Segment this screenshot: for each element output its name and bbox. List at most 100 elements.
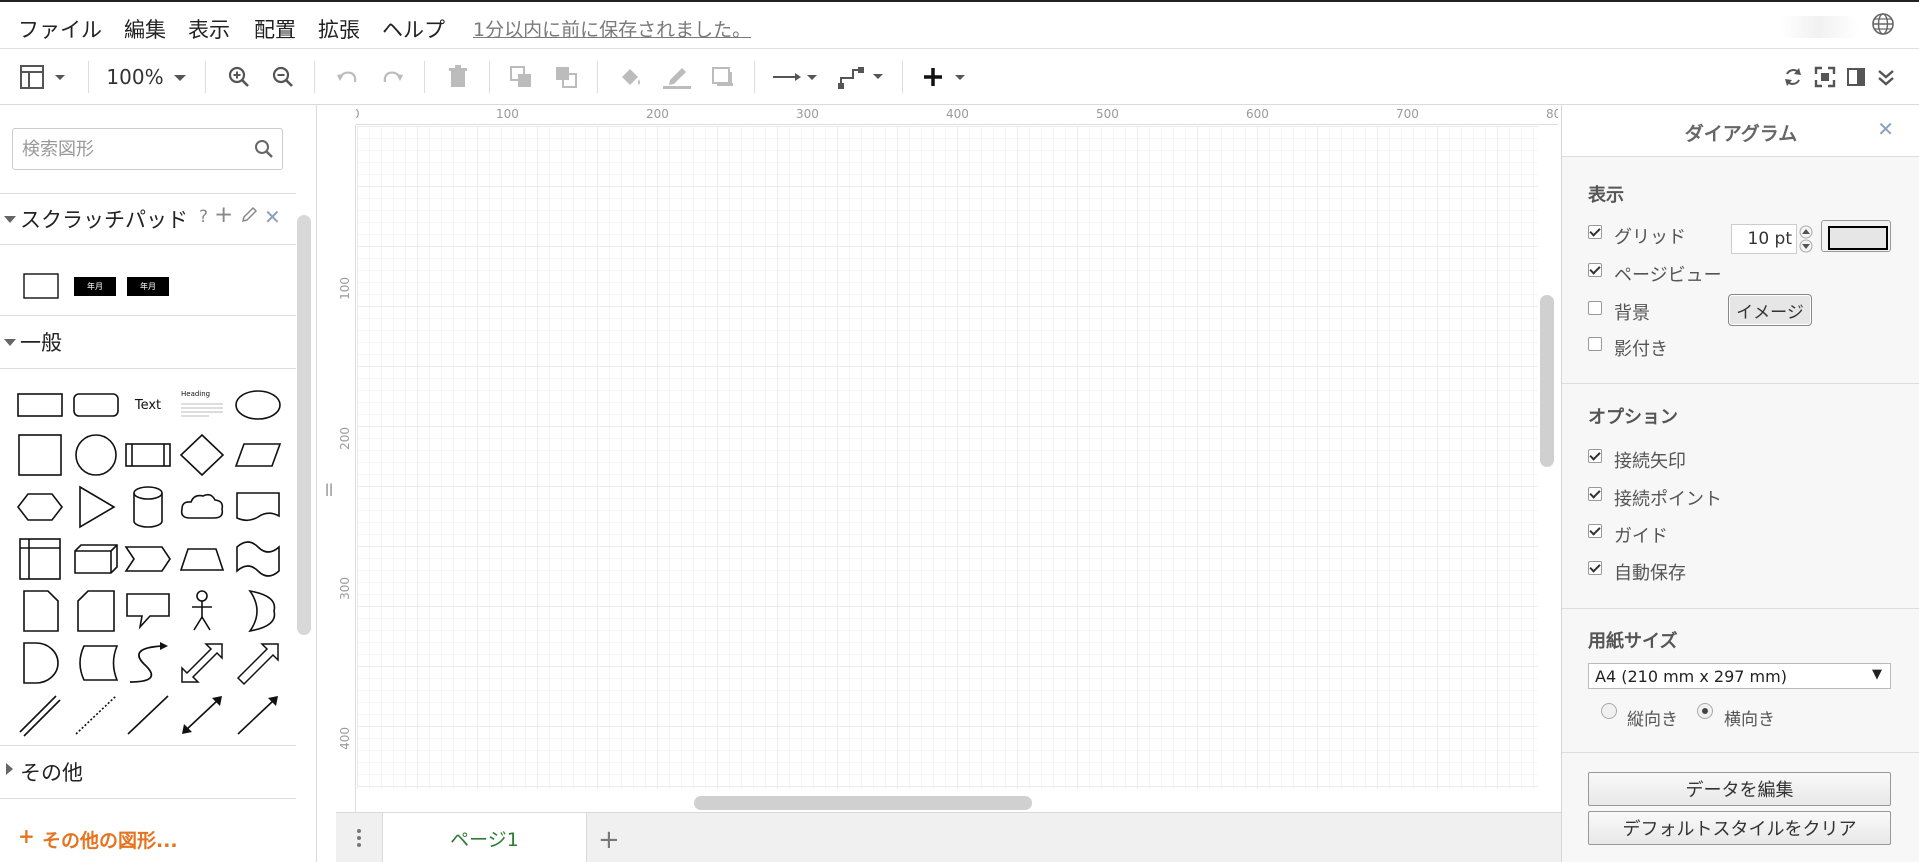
portrait-radio[interactable] (1601, 703, 1617, 719)
to-front-button[interactable] (506, 63, 536, 91)
bidirectional-connector-shape[interactable] (176, 691, 228, 739)
refresh-button[interactable] (1780, 63, 1806, 91)
menu-view[interactable]: 表示 (188, 14, 230, 44)
parallelogram-shape[interactable] (232, 431, 284, 479)
scratchpad-item[interactable]: 年月 (123, 262, 173, 310)
scratchpad-item[interactable]: 年月 (70, 262, 120, 310)
landscape-radio[interactable] (1697, 703, 1713, 719)
edit-data-button[interactable]: データを編集 (1588, 772, 1891, 806)
trapezoid-shape[interactable] (176, 535, 228, 583)
canvas-horizontal-scrollbar[interactable] (694, 796, 1032, 810)
menu-help[interactable]: ヘルプ (382, 14, 445, 44)
background-checkbox[interactable] (1588, 301, 1602, 315)
redo-button[interactable] (378, 63, 408, 91)
directional-connector-shape[interactable] (232, 691, 284, 739)
text-shape[interactable]: Text (122, 381, 174, 429)
ellipse-shape[interactable] (232, 381, 284, 429)
guides-checkbox[interactable] (1588, 524, 1602, 538)
clear-default-style-button[interactable]: デフォルトスタイルをクリア (1588, 811, 1891, 845)
insert-dropdown[interactable] (920, 63, 972, 91)
page-menu-icon[interactable] (356, 827, 362, 853)
format-panel-toggle-button[interactable] (18, 63, 70, 91)
double-line-shape[interactable] (14, 691, 66, 739)
undo-button[interactable] (332, 63, 362, 91)
sidebar-scrollbar[interactable] (297, 215, 311, 635)
delete-button[interactable] (443, 63, 473, 91)
connection-style-dropdown[interactable] (770, 63, 822, 91)
shadow-checkbox[interactable] (1588, 337, 1602, 351)
data-storage-shape[interactable] (70, 639, 122, 687)
format-panel-button[interactable] (1843, 63, 1869, 91)
triangle-shape[interactable] (70, 483, 122, 531)
card-shape[interactable] (70, 587, 122, 635)
canvas-grid[interactable] (357, 126, 1538, 789)
sidebar-resize-handle[interactable]: || (325, 482, 333, 496)
or-shape[interactable] (232, 587, 284, 635)
connection-arrows-checkbox[interactable] (1588, 449, 1602, 463)
shape-search-input[interactable] (22, 137, 242, 161)
arrow-shape[interactable] (232, 639, 284, 687)
collapse-toolbar-button[interactable] (1873, 63, 1899, 91)
cube-shape[interactable] (70, 535, 122, 583)
page-tab[interactable]: ページ1 (382, 813, 587, 862)
shadow-button[interactable] (708, 63, 738, 91)
background-image-button[interactable]: イメージ (1728, 294, 1812, 326)
menu-extras[interactable]: 拡張 (318, 14, 360, 44)
edit-icon[interactable] (240, 206, 258, 228)
zoom-out-button[interactable] (268, 63, 298, 91)
bidirectional-arrow-shape[interactable] (176, 639, 228, 687)
grid-size-stepper[interactable] (1798, 223, 1814, 255)
other-section-title[interactable]: その他 (20, 757, 83, 787)
globe-icon[interactable] (1871, 12, 1895, 36)
save-status-link[interactable]: 1分以内に前に保存されました。 (473, 15, 751, 42)
help-icon[interactable]: ? (199, 207, 208, 227)
plus-icon[interactable]: + (18, 824, 35, 848)
diamond-shape[interactable] (176, 431, 228, 479)
line-color-button[interactable] (661, 63, 693, 91)
fill-color-button[interactable] (616, 63, 646, 91)
pageview-checkbox[interactable] (1588, 263, 1602, 277)
close-icon[interactable]: ✕ (264, 205, 281, 229)
grid-size-input[interactable]: 10 pt (1731, 224, 1797, 254)
square-shape[interactable] (14, 431, 66, 479)
add-page-icon[interactable]: + (598, 825, 620, 855)
more-shapes-link[interactable]: その他の図形... (42, 826, 178, 853)
cylinder-shape[interactable] (122, 483, 174, 531)
waypoints-dropdown[interactable] (836, 63, 888, 91)
curve-shape[interactable] (122, 639, 174, 687)
grid-color-button[interactable] (1821, 220, 1891, 252)
paper-size-select[interactable]: A4 (210 mm x 297 mm) ▼ (1588, 663, 1891, 689)
actor-shape[interactable] (176, 587, 228, 635)
autosave-checkbox[interactable] (1588, 561, 1602, 575)
internal-storage-shape[interactable] (14, 535, 66, 583)
scratchpad-item[interactable] (16, 262, 68, 310)
process-shape[interactable] (122, 431, 174, 479)
zoom-dropdown[interactable]: 100% (106, 63, 190, 91)
tape-shape[interactable] (232, 535, 284, 583)
hexagon-shape[interactable] (14, 483, 66, 531)
general-section-title[interactable]: 一般 (20, 327, 62, 357)
canvas-vertical-scrollbar[interactable] (1540, 295, 1554, 467)
note-shape[interactable] (14, 587, 66, 635)
step-shape[interactable] (122, 535, 174, 583)
close-icon[interactable]: ✕ (1877, 117, 1894, 141)
rounded-rectangle-shape[interactable] (70, 381, 122, 429)
menu-arrange[interactable]: 配置 (254, 14, 296, 44)
dashed-line-shape[interactable] (70, 691, 122, 739)
connection-points-checkbox[interactable] (1588, 487, 1602, 501)
fullscreen-button[interactable] (1812, 63, 1838, 91)
add-icon[interactable]: + (214, 202, 233, 228)
delay-shape[interactable] (14, 639, 66, 687)
grid-checkbox[interactable] (1588, 225, 1602, 239)
menu-file[interactable]: ファイル (18, 14, 102, 44)
scratchpad-title[interactable]: スクラッチパッド (20, 204, 188, 234)
callout-shape[interactable] (122, 587, 174, 635)
rectangle-shape[interactable] (14, 381, 66, 429)
zoom-in-button[interactable] (224, 63, 254, 91)
menu-edit[interactable]: 編集 (124, 14, 166, 44)
line-shape[interactable] (122, 691, 174, 739)
search-icon[interactable] (254, 139, 274, 163)
textbox-shape[interactable]: Heading (176, 381, 228, 429)
to-back-button[interactable] (551, 63, 581, 91)
circle-shape[interactable] (70, 431, 122, 479)
